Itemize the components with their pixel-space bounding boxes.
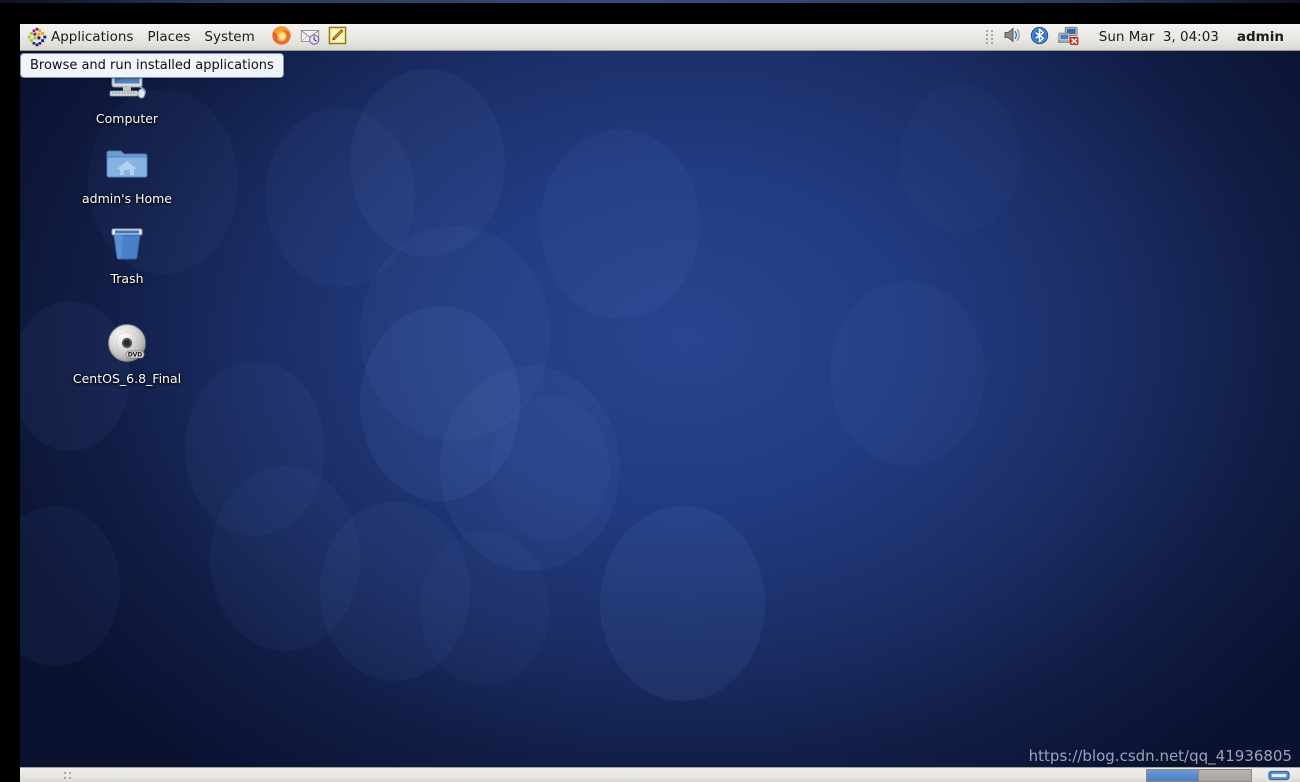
bokeh-circle xyxy=(20,506,120,666)
bottom-panel xyxy=(20,767,1300,782)
bottom-panel-drag-handle[interactable] xyxy=(64,769,72,781)
desktop-icon-label: Computer xyxy=(95,111,159,126)
bluetooth-icon xyxy=(1030,26,1049,49)
bokeh-circle xyxy=(320,501,470,681)
bokeh-circle xyxy=(265,107,415,287)
clock[interactable]: Sun Mar 3, 04:03 xyxy=(1083,29,1229,45)
desktop-icon-label: CentOS_6.8_Final xyxy=(72,371,182,386)
tray-drag-handle[interactable] xyxy=(985,29,993,45)
user-menu[interactable]: admin xyxy=(1231,29,1290,45)
tray-volume[interactable] xyxy=(999,25,1025,49)
launcher-firefox[interactable] xyxy=(270,25,294,49)
dvd-disc-icon: DVD xyxy=(103,319,151,367)
workspace-2[interactable] xyxy=(1199,769,1251,781)
desktop-icon-label: Trash xyxy=(110,271,144,286)
firefox-icon xyxy=(271,25,292,50)
launcher-evolution-mail[interactable] xyxy=(298,25,322,49)
bokeh-circle xyxy=(600,506,765,701)
home-folder-icon xyxy=(103,139,151,187)
network-disconnected-icon xyxy=(1057,25,1079,49)
tooltip-text: Browse and run installed applications xyxy=(30,58,274,73)
menu-system-label: System xyxy=(204,29,255,45)
menu-places[interactable]: Places xyxy=(140,24,197,50)
top-panel-right: Sun Mar 3, 04:03 admin xyxy=(985,24,1300,50)
menu-system[interactable]: System xyxy=(197,24,261,50)
desktop-icon-home[interactable]: admin's Home xyxy=(52,139,202,206)
svg-text:DVD: DVD xyxy=(128,352,143,359)
bokeh-circle xyxy=(420,531,550,686)
evolution-mail-icon xyxy=(299,25,321,50)
bokeh-circle xyxy=(210,466,360,651)
desktop-icon-dvd[interactable]: DVD CentOS_6.8_Final xyxy=(52,319,202,386)
window-list-icon xyxy=(1268,766,1290,782)
panel-launchers xyxy=(270,24,350,50)
desktop-icon-label: admin's Home xyxy=(81,191,172,206)
launcher-text-editor[interactable] xyxy=(326,25,350,49)
tray-network[interactable] xyxy=(1055,25,1081,49)
bokeh-circle xyxy=(900,83,1020,233)
bokeh-circle xyxy=(830,281,985,466)
menu-places-label: Places xyxy=(147,29,191,45)
workspace-switcher[interactable] xyxy=(1146,768,1252,782)
text-editor-icon xyxy=(327,25,348,50)
bokeh-circle xyxy=(360,306,520,501)
bokeh-circle xyxy=(350,69,505,257)
workspace-1[interactable] xyxy=(1147,769,1199,781)
bokeh-circle xyxy=(185,361,325,536)
tray-bluetooth[interactable] xyxy=(1027,25,1053,49)
screen-top-hairline xyxy=(0,0,1300,3)
applications-menu-tooltip: Browse and run installed applications xyxy=(20,53,284,78)
volume-icon xyxy=(1002,26,1022,48)
menu-applications[interactable]: Applications xyxy=(20,24,140,50)
top-panel-left: Applications Places System xyxy=(20,24,350,50)
bokeh-circle xyxy=(360,226,550,441)
desktop-surface[interactable]: Computer admin's Home Trash DVD CentOS_6… xyxy=(20,51,1300,767)
show-desktop-button[interactable] xyxy=(1266,769,1292,782)
centos-logo-icon xyxy=(27,27,47,47)
watermark-text: https://blog.csdn.net/qq_41936805 xyxy=(1028,747,1292,765)
desktop-icon-trash[interactable]: Trash xyxy=(52,219,202,286)
trash-icon xyxy=(103,219,151,267)
top-panel: Applications Places System Sun Mar 3, 04… xyxy=(20,24,1300,51)
screen: Computer admin's Home Trash DVD CentOS_6… xyxy=(0,0,1300,782)
bokeh-circle xyxy=(440,366,620,571)
menu-applications-label: Applications xyxy=(51,29,134,45)
bokeh-circle xyxy=(490,396,610,541)
bokeh-circle xyxy=(540,129,700,319)
